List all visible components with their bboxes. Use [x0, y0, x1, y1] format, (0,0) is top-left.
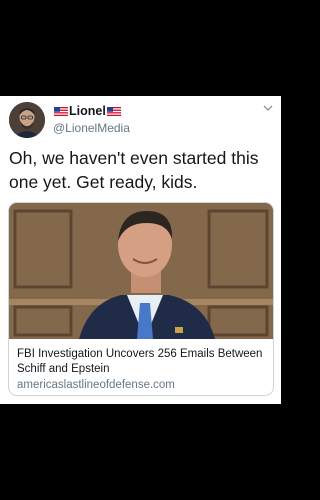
- display-name-row[interactable]: Lionel: [53, 104, 122, 118]
- user-handle[interactable]: @LionelMedia: [53, 121, 130, 135]
- us-flag-icon: [106, 106, 121, 116]
- chevron-down-icon[interactable]: [263, 104, 273, 112]
- avatar[interactable]: [9, 102, 45, 138]
- us-flag-icon: [54, 106, 68, 116]
- display-name: Lionel: [69, 104, 106, 118]
- card-image: [9, 203, 273, 339]
- tweet-text: Oh, we haven't even started this one yet…: [9, 148, 259, 192]
- card-title: FBI Investigation Uncovers 256 Emails Be…: [17, 348, 263, 375]
- tweet: Lionel @LionelMedia Oh, we haven't even …: [0, 96, 281, 404]
- card-domain: americaslastlineofdefense.com: [17, 379, 175, 391]
- link-card[interactable]: FBI Investigation Uncovers 256 Emails Be…: [8, 202, 274, 396]
